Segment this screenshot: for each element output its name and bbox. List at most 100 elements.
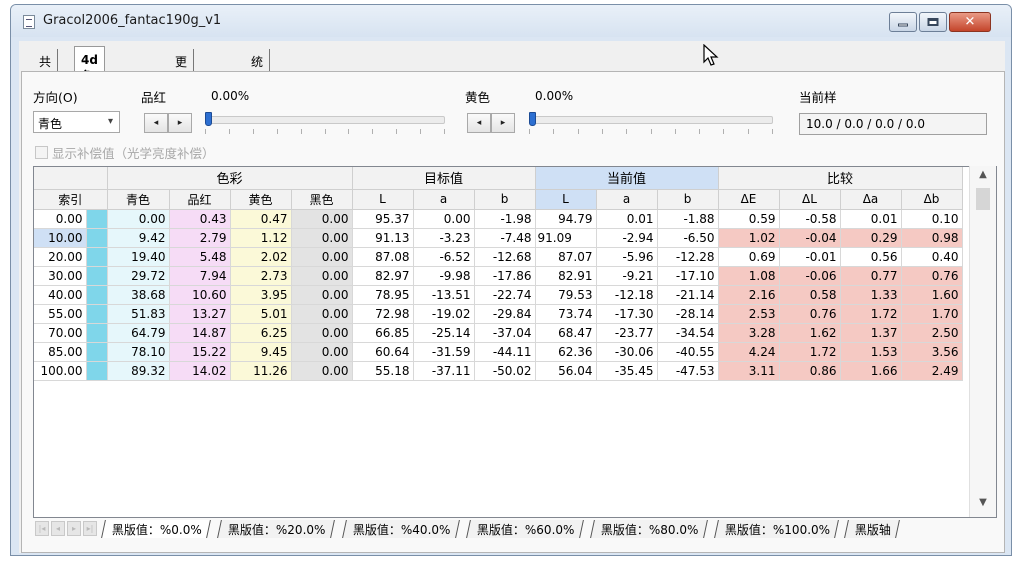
sheet-tab-k-axis[interactable]: 黑版轴 bbox=[844, 520, 900, 538]
table-cell[interactable]: -6.52 bbox=[413, 247, 475, 267]
table-cell[interactable]: 0.00 bbox=[291, 247, 353, 267]
table-cell[interactable]: -0.06 bbox=[779, 266, 841, 286]
table-cell[interactable]: 0.29 bbox=[840, 228, 902, 248]
prev-sheet-button[interactable]: ◂ bbox=[51, 521, 65, 536]
table-cell[interactable]: 14.87 bbox=[169, 323, 231, 343]
table-cell[interactable]: 94.79 bbox=[535, 209, 597, 229]
table-cell[interactable]: 0.01 bbox=[596, 209, 658, 229]
table-cell[interactable]: 9.45 bbox=[230, 342, 292, 362]
table-row[interactable]: 20.00 19.40 5.48 2.02 0.00 87.08 -6.52 -12.68 87… bbox=[34, 247, 963, 267]
minimize-button[interactable] bbox=[889, 12, 917, 32]
vertical-scrollbar[interactable]: ▲ ▼ bbox=[969, 166, 996, 517]
direction-select[interactable]: 青色 ▾ bbox=[33, 111, 120, 133]
table-row[interactable]: 85.00 78.10 15.22 9.45 0.00 60.64 -31.59 -44.11… bbox=[34, 342, 963, 362]
table-cell[interactable]: -17.86 bbox=[474, 266, 536, 286]
close-button[interactable]: ✕ bbox=[949, 12, 991, 32]
table-cell[interactable]: -17.10 bbox=[657, 266, 719, 286]
yellow-increment-button[interactable]: ▸ bbox=[491, 113, 515, 133]
table-cell[interactable]: 95.37 bbox=[352, 209, 414, 229]
table-cell[interactable]: -2.94 bbox=[596, 228, 658, 248]
table-cell[interactable]: -44.11 bbox=[474, 342, 536, 362]
table-row[interactable]: 55.00 51.83 13.27 5.01 0.00 72.98 -19.02 -29.84… bbox=[34, 304, 963, 324]
table-row[interactable]: 0.00 0.00 0.43 0.47 0.00 95.37 0.00 -1.98 94.79 0… bbox=[34, 209, 963, 229]
table-cell[interactable]: 0.56 bbox=[840, 247, 902, 267]
table-cell[interactable]: 0.00 bbox=[291, 323, 353, 343]
table-cell[interactable]: 82.91 bbox=[535, 266, 597, 286]
table-cell[interactable]: 7.94 bbox=[169, 266, 231, 286]
table-cell[interactable]: -12.68 bbox=[474, 247, 536, 267]
table-cell[interactable]: -21.14 bbox=[657, 285, 719, 305]
table-cell[interactable]: -29.84 bbox=[474, 304, 536, 324]
table-cell[interactable]: 82.97 bbox=[352, 266, 414, 286]
table-cell[interactable]: 70.00 bbox=[34, 323, 87, 343]
table-cell[interactable]: 85.00 bbox=[34, 342, 87, 362]
table-cell[interactable]: 87.08 bbox=[352, 247, 414, 267]
table-cell[interactable]: 1.12 bbox=[230, 228, 292, 248]
table-cell[interactable]: 78.95 bbox=[352, 285, 414, 305]
table-cell[interactable]: 91.13 bbox=[352, 228, 414, 248]
table-cell[interactable]: 55.18 bbox=[352, 361, 414, 381]
table-cell[interactable]: 40.00 bbox=[34, 285, 87, 305]
table-cell[interactable]: 60.64 bbox=[352, 342, 414, 362]
table-cell[interactable]: 0.98 bbox=[901, 228, 963, 248]
column-header[interactable]: b bbox=[657, 189, 719, 210]
table-cell[interactable]: -30.06 bbox=[596, 342, 658, 362]
table-cell[interactable]: 6.25 bbox=[230, 323, 292, 343]
table-row[interactable]: 10.00 9.42 2.79 1.12 0.00 91.13 -3.23 -7.48 91.0… bbox=[34, 228, 963, 248]
column-header[interactable]: 青色 bbox=[107, 189, 170, 210]
sheet-tab-k80[interactable]: 黑版值：%80.0% bbox=[590, 520, 708, 538]
column-header[interactable]: 品红 bbox=[169, 189, 231, 210]
table-cell[interactable]: 2.73 bbox=[230, 266, 292, 286]
sheet-tab-k100[interactable]: 黑版值：%100.0% bbox=[714, 520, 840, 538]
table-cell[interactable]: -12.18 bbox=[596, 285, 658, 305]
table-cell[interactable]: 0.00 bbox=[291, 209, 353, 229]
table-cell[interactable]: -7.48 bbox=[474, 228, 536, 248]
column-header[interactable]: a bbox=[596, 189, 658, 210]
table-cell[interactable]: -3.23 bbox=[413, 228, 475, 248]
table-row[interactable]: 40.00 38.68 10.60 3.95 0.00 78.95 -13.51 -22.74… bbox=[34, 285, 963, 305]
yellow-slider[interactable] bbox=[529, 116, 773, 124]
table-cell[interactable]: 89.32 bbox=[107, 361, 170, 381]
table-cell[interactable]: -23.77 bbox=[596, 323, 658, 343]
column-header[interactable]: Δb bbox=[901, 189, 963, 210]
table-cell[interactable]: 79.53 bbox=[535, 285, 597, 305]
table-cell[interactable]: 2.53 bbox=[718, 304, 780, 324]
table-cell[interactable]: 1.37 bbox=[840, 323, 902, 343]
table-cell[interactable]: -19.02 bbox=[413, 304, 475, 324]
table-cell[interactable]: 38.68 bbox=[107, 285, 170, 305]
table-cell[interactable]: -12.28 bbox=[657, 247, 719, 267]
table-cell[interactable]: 0.43 bbox=[169, 209, 231, 229]
table-cell[interactable]: 9.42 bbox=[107, 228, 170, 248]
table-row[interactable]: 30.00 29.72 7.94 2.73 0.00 82.97 -9.98 -17.86 82… bbox=[34, 266, 963, 286]
table-cell[interactable]: 3.28 bbox=[718, 323, 780, 343]
table-cell[interactable]: 1.72 bbox=[779, 342, 841, 362]
table-cell[interactable]: 2.49 bbox=[901, 361, 963, 381]
magenta-increment-button[interactable]: ▸ bbox=[168, 113, 192, 133]
column-header[interactable]: L bbox=[352, 189, 414, 210]
table-cell[interactable]: -9.21 bbox=[596, 266, 658, 286]
table-cell[interactable]: 20.00 bbox=[34, 247, 87, 267]
table-cell[interactable]: 14.02 bbox=[169, 361, 231, 381]
table-cell[interactable]: -31.59 bbox=[413, 342, 475, 362]
sheet-tab-k60[interactable]: 黑版值：%60.0% bbox=[466, 520, 584, 538]
table-cell[interactable]: 1.72 bbox=[840, 304, 902, 324]
next-sheet-button[interactable]: ▸ bbox=[67, 521, 81, 536]
table-cell[interactable]: 11.26 bbox=[230, 361, 292, 381]
table-cell[interactable]: 0.86 bbox=[779, 361, 841, 381]
table-cell[interactable]: 0.76 bbox=[779, 304, 841, 324]
table-cell[interactable]: -0.01 bbox=[779, 247, 841, 267]
table-cell[interactable]: 78.10 bbox=[107, 342, 170, 362]
table-cell[interactable]: 56.04 bbox=[535, 361, 597, 381]
last-sheet-button[interactable]: ▸| bbox=[83, 521, 97, 536]
column-header[interactable]: Δa bbox=[840, 189, 902, 210]
tab-4d-colorspace[interactable]: 4d色彩空间 bbox=[74, 46, 105, 134]
table-cell[interactable]: 0.01 bbox=[840, 209, 902, 229]
table-cell[interactable]: -37.04 bbox=[474, 323, 536, 343]
table-cell[interactable]: 30.00 bbox=[34, 266, 87, 286]
table-cell[interactable]: -25.14 bbox=[413, 323, 475, 343]
table-cell[interactable]: 1.66 bbox=[840, 361, 902, 381]
table-cell[interactable]: -37.11 bbox=[413, 361, 475, 381]
table-cell[interactable]: 0.40 bbox=[901, 247, 963, 267]
table-cell[interactable]: 1.02 bbox=[718, 228, 780, 248]
table-cell[interactable]: -6.50 bbox=[657, 228, 719, 248]
